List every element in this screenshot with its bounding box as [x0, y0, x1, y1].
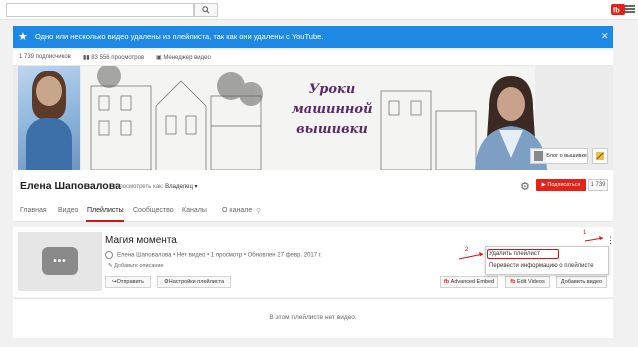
edit-banner-button[interactable]: [592, 148, 608, 164]
search-icon: [202, 6, 210, 14]
top-bar: fb: [0, 0, 638, 20]
channel-header: Елена Шаповалова Просмотреть как: Владел…: [13, 170, 613, 222]
star-icon: ★: [18, 31, 28, 43]
notice-banner: ★ Одно или несколько видео удалены из пл…: [13, 26, 613, 48]
channel-banner: Уроки машинной вышивки Блог о вышивке: [13, 66, 613, 170]
channel-tabs: Главная Видео Плейлисты Сообщество Канал…: [13, 204, 613, 222]
tab-about[interactable]: О канале: [222, 207, 252, 214]
playlist-card: ••• Магия момента Елена Шаповалова • Нет…: [13, 227, 615, 297]
tab-playlists[interactable]: Плейлисты: [87, 207, 124, 214]
search-input[interactable]: [6, 3, 194, 17]
notice-text: Одно или несколько видео удалены из плей…: [35, 32, 324, 41]
close-icon[interactable]: ✕: [601, 31, 609, 42]
youtube-notification-icon[interactable]: fb: [611, 4, 625, 15]
banner-title: Уроки машинной вышивки: [291, 82, 373, 137]
view-as: Просмотреть как: Владелец ▾: [115, 184, 198, 190]
tab-videos[interactable]: Видео: [58, 207, 78, 214]
empty-playlist-area: В этом плейлисте нет видео.: [13, 298, 613, 338]
search-button[interactable]: [194, 3, 218, 17]
subscribers-count: 1 739 подписчиков: [19, 54, 71, 60]
tab-community[interactable]: Сообщество: [133, 207, 174, 214]
subscribe-button[interactable]: ▶ Подписаться: [536, 179, 586, 191]
menu-icon[interactable]: [625, 5, 635, 15]
search-channel-icon[interactable]: ⚲: [256, 207, 261, 215]
views-count: ▮▮ 83 556 просмотров: [83, 55, 145, 61]
channel-avatar: [18, 66, 80, 170]
svg-text:fb: fb: [613, 8, 620, 15]
delete-playlist-item[interactable]: Удалить плейлист: [489, 251, 540, 257]
channel-name: Елена Шаповалова: [20, 180, 121, 192]
video-manager-link[interactable]: ▣ Менеджер видео: [156, 54, 211, 61]
tab-channels[interactable]: Каналы: [182, 207, 207, 214]
banner-art: Уроки машинной вышивки: [81, 66, 547, 170]
blog-icon: [534, 151, 544, 161]
gear-icon[interactable]: ⚙: [520, 180, 530, 193]
playlist-options-menu: Удалить плейлист Перевести информацию о …: [485, 246, 609, 275]
translate-playlist-item[interactable]: Перевести информацию о плейлисте: [489, 263, 594, 269]
blog-link-button[interactable]: Блог о вышивке: [530, 148, 588, 164]
view-as-select[interactable]: Владелец ▾: [165, 184, 197, 190]
active-tab-indicator: [86, 220, 124, 222]
channel-stats-bar: 1 739 подписчиков ▮▮ 83 556 просмотров ▣…: [13, 50, 613, 66]
empty-playlist-message: В этом плейлисте нет видео.: [269, 314, 357, 321]
pencil-icon: [596, 152, 604, 160]
tab-home[interactable]: Главная: [20, 207, 47, 214]
subscriber-count-badge: 1 739: [588, 179, 608, 191]
